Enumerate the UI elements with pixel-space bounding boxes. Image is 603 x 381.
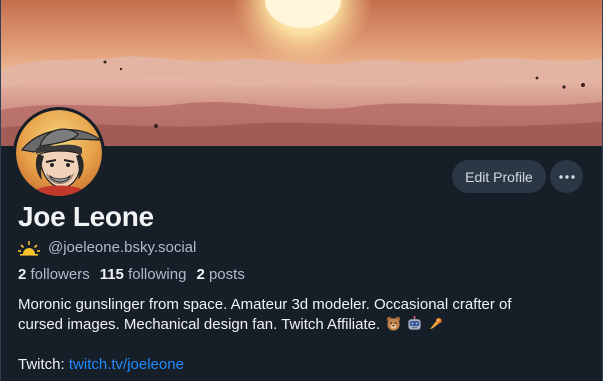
handle-row: @joeleone.bsky.social bbox=[18, 239, 196, 256]
comet-emoji bbox=[430, 317, 442, 330]
ellipsis-icon bbox=[558, 174, 575, 179]
following-count: 115 bbox=[99, 266, 124, 283]
followers-stat[interactable]: 2 followers bbox=[18, 266, 90, 283]
bear-face-emoji bbox=[386, 316, 401, 331]
twitch-link[interactable]: twitch.tv/joeleone bbox=[69, 356, 184, 373]
sun-icon bbox=[18, 240, 40, 256]
posts-stat: 2 posts bbox=[196, 266, 244, 283]
avatar[interactable] bbox=[13, 107, 105, 199]
followers-label: followers bbox=[30, 266, 90, 283]
bio-line-2: cursed images. Mechanical design fan. Tw… bbox=[18, 315, 583, 335]
profile-stats: 2 followers 115 following 2 posts bbox=[18, 266, 255, 283]
bio-line-1: Moronic gunslinger from space. Amateur 3… bbox=[18, 296, 512, 313]
more-options-button[interactable] bbox=[550, 160, 583, 193]
avatar-gunslinger-illustration bbox=[16, 110, 102, 196]
following-label: following bbox=[128, 266, 187, 283]
handle[interactable]: @joeleone.bsky.social bbox=[48, 239, 196, 256]
posts-label: posts bbox=[208, 266, 245, 283]
display-name: Joe Leone bbox=[18, 201, 154, 232]
bio-line-2-text: cursed images. Mechanical design fan. Tw… bbox=[18, 316, 381, 333]
robot-emoji bbox=[408, 316, 421, 330]
posts-count: 2 bbox=[196, 266, 205, 283]
edit-profile-button[interactable]: Edit Profile bbox=[452, 160, 546, 193]
profile-bio: Moronic gunslinger from space. Amateur 3… bbox=[18, 295, 583, 335]
twitch-label: Twitch: bbox=[18, 356, 65, 373]
following-stat[interactable]: 115 following bbox=[100, 266, 187, 283]
followers-count: 2 bbox=[18, 266, 27, 283]
twitch-line: Twitch: twitch.tv/joeleone bbox=[18, 356, 184, 373]
